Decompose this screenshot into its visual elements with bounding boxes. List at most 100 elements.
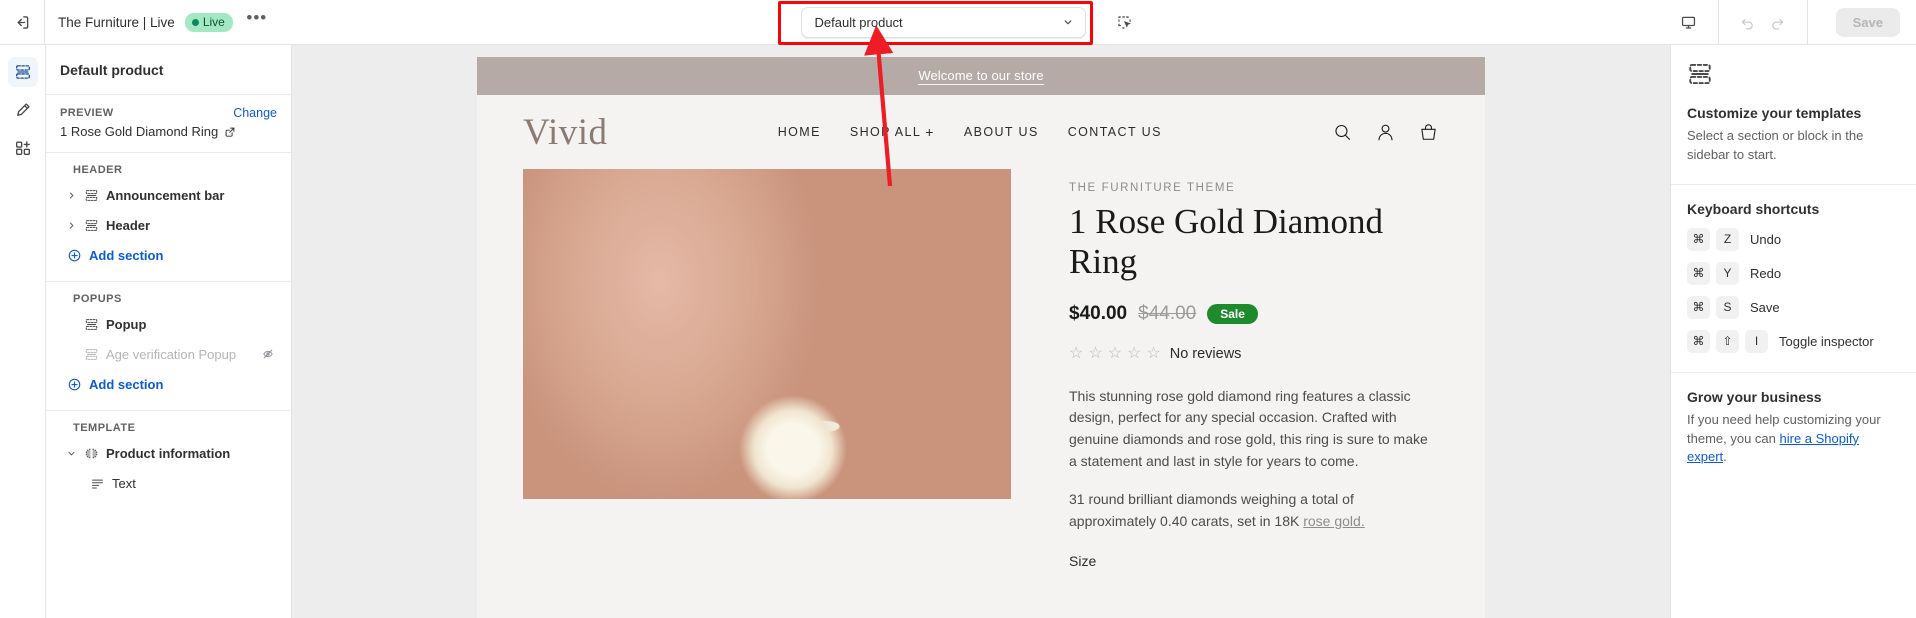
shortcut-label: Redo	[1750, 265, 1782, 281]
key-cmd: ⌘	[1687, 261, 1710, 285]
rail-item-apps[interactable]	[8, 133, 38, 163]
product-image[interactable]	[523, 169, 1011, 499]
red-highlight-box: Default product	[777, 0, 1093, 45]
top-bar-right: Save	[1674, 0, 1916, 45]
group-label-popups: POPUPS	[73, 293, 122, 305]
product-section: THE FURNITURE THEME 1 Rose Gold Diamond …	[477, 169, 1485, 569]
key-y: Y	[1716, 261, 1739, 285]
nav-label: CONTACT US	[1067, 125, 1162, 139]
undo-icon	[1733, 7, 1763, 37]
product-compare-price: $44.00	[1138, 302, 1197, 324]
section-icon	[84, 347, 99, 362]
cart-icon[interactable]	[1418, 122, 1439, 143]
topbar-divider-left	[44, 0, 45, 45]
product-template-select[interactable]: Default product	[800, 6, 1086, 38]
star-rating-icon: ☆ ☆ ☆ ☆ ☆	[1069, 344, 1161, 362]
store-header: Vivid HOME SHOP ALL + ABOUT US CONTACT U…	[477, 95, 1485, 169]
sidebar-item-popup[interactable]: Popup	[52, 309, 285, 339]
grow-text-post: .	[1723, 449, 1727, 465]
rose-gold-link[interactable]: rose gold.	[1303, 513, 1364, 529]
product-vendor: THE FURNITURE THEME	[1069, 182, 1236, 194]
sidebar-item-label: Text	[112, 475, 136, 491]
add-section-label: Add section	[89, 376, 164, 392]
inspector-intro: Customize your templates Select a sectio…	[1671, 45, 1916, 185]
exit-icon[interactable]	[0, 0, 44, 44]
reviews-row[interactable]: ☆ ☆ ☆ ☆ ☆ No reviews	[1069, 344, 1439, 362]
key-cmd: ⌘	[1687, 295, 1710, 319]
preview-header: PREVIEW Change	[60, 106, 277, 120]
shortcut-label: Undo	[1750, 231, 1782, 247]
section-icon	[84, 218, 99, 233]
inspector-panel: Customize your templates Select a sectio…	[1670, 45, 1916, 618]
nav-label: HOME	[777, 125, 821, 139]
store-nav: HOME SHOP ALL + ABOUT US CONTACT US	[778, 125, 1162, 139]
theme-editor-app: The Furniture | Live Live ••• Default pr…	[0, 0, 1916, 618]
sidebar-item-age-verification-popup[interactable]: Age verification Popup	[52, 339, 285, 369]
nav-item-shop-all[interactable]: SHOP ALL +	[850, 125, 935, 139]
chevron-right-icon[interactable]	[66, 220, 77, 231]
sidebar-group-popups: POPUPS Popup Age verification Popup Add …	[46, 282, 291, 411]
add-section-button-header[interactable]: Add section	[46, 240, 291, 270]
plus-circle-icon	[67, 377, 82, 392]
search-icon[interactable]	[1332, 122, 1353, 143]
external-link-icon	[224, 126, 236, 138]
sidebar-item-header[interactable]: Header	[52, 210, 285, 240]
rail-item-sections[interactable]	[7, 57, 38, 87]
product-info: THE FURNITURE THEME 1 Rose Gold Diamond …	[1011, 169, 1439, 569]
nav-item-contact-us[interactable]: CONTACT US	[1068, 125, 1162, 139]
keyboard-shortcuts-section: Keyboard shortcuts ⌘ Z Undo ⌘ Y Redo ⌘ S…	[1671, 185, 1916, 373]
desktop-icon[interactable]	[1674, 7, 1704, 37]
two-column-icon	[84, 446, 99, 461]
account-icon[interactable]	[1375, 122, 1396, 143]
hidden-eye-icon[interactable]	[261, 347, 275, 361]
save-button[interactable]: Save	[1835, 7, 1900, 37]
shortcuts-heading: Keyboard shortcuts	[1687, 200, 1820, 217]
sidebar-item-label: Announcement bar	[106, 187, 225, 203]
section-icon	[84, 317, 99, 332]
sidebar-item-announcement-bar[interactable]: Announcement bar	[52, 180, 285, 210]
chevron-down-icon[interactable]	[66, 448, 77, 459]
nav-item-about-us[interactable]: ABOUT US	[964, 125, 1039, 139]
store-logo[interactable]: Vivid	[523, 114, 608, 151]
announcement-bar[interactable]: Welcome to our store	[477, 57, 1485, 95]
storefront-preview: Welcome to our store Vivid HOME SHOP ALL…	[477, 57, 1485, 618]
sidebar-group-template: TEMPLATE Product information Text	[46, 411, 291, 509]
status-badge: Live	[184, 12, 233, 32]
size-label: Size	[1069, 552, 1097, 569]
add-section-label: Add section	[89, 247, 164, 263]
add-section-button-popups[interactable]: Add section	[46, 369, 291, 399]
group-label-header: HEADER	[73, 164, 123, 176]
announcement-text: Welcome to our store	[918, 67, 1044, 85]
preview-value: 1 Rose Gold Diamond Ring	[60, 124, 219, 139]
status-badge-label: Live	[202, 15, 225, 29]
top-bar-left: The Furniture | Live Live •••	[0, 0, 271, 45]
change-preview-link[interactable]: Change	[233, 106, 277, 120]
preview-value-row[interactable]: 1 Rose Gold Diamond Ring	[60, 124, 277, 139]
preview-block: PREVIEW Change 1 Rose Gold Diamond Ring	[46, 95, 291, 153]
preview-canvas: Welcome to our store Vivid HOME SHOP ALL…	[292, 45, 1670, 618]
nav-label: ABOUT US	[963, 125, 1039, 139]
left-rail	[0, 45, 46, 618]
sale-badge: Sale	[1207, 303, 1258, 324]
topbar-divider-right	[1717, 0, 1719, 45]
key-cmd: ⌘	[1687, 227, 1710, 251]
top-bar: The Furniture | Live Live ••• Default pr…	[0, 0, 1916, 45]
key-cmd: ⌘	[1687, 329, 1710, 353]
group-label-template: TEMPLATE	[73, 422, 136, 434]
text-block-icon	[90, 476, 105, 491]
sections-sidebar: Default product PREVIEW Change 1 Rose Go…	[46, 45, 292, 618]
sidebar-item-product-information[interactable]: Product information	[52, 438, 285, 468]
more-options-button[interactable]: •••	[243, 8, 271, 36]
sidebar-item-label: Popup	[106, 316, 147, 332]
shortcut-label: Toggle inspector	[1779, 333, 1874, 349]
inspector-select-icon[interactable]	[1111, 9, 1139, 37]
sidebar-item-text[interactable]: Text	[52, 468, 285, 498]
chevron-right-icon[interactable]	[66, 190, 77, 201]
rail-item-theme-settings[interactable]	[8, 95, 38, 125]
nav-item-home[interactable]: HOME	[778, 125, 821, 139]
editor-body: Default product PREVIEW Change 1 Rose Go…	[0, 45, 1916, 618]
sidebar-item-label: Age verification Popup	[106, 346, 237, 362]
reviews-count-label: No reviews	[1169, 345, 1242, 362]
shortcut-label: Save	[1750, 299, 1780, 315]
top-bar-center: Default product	[0, 0, 1916, 45]
